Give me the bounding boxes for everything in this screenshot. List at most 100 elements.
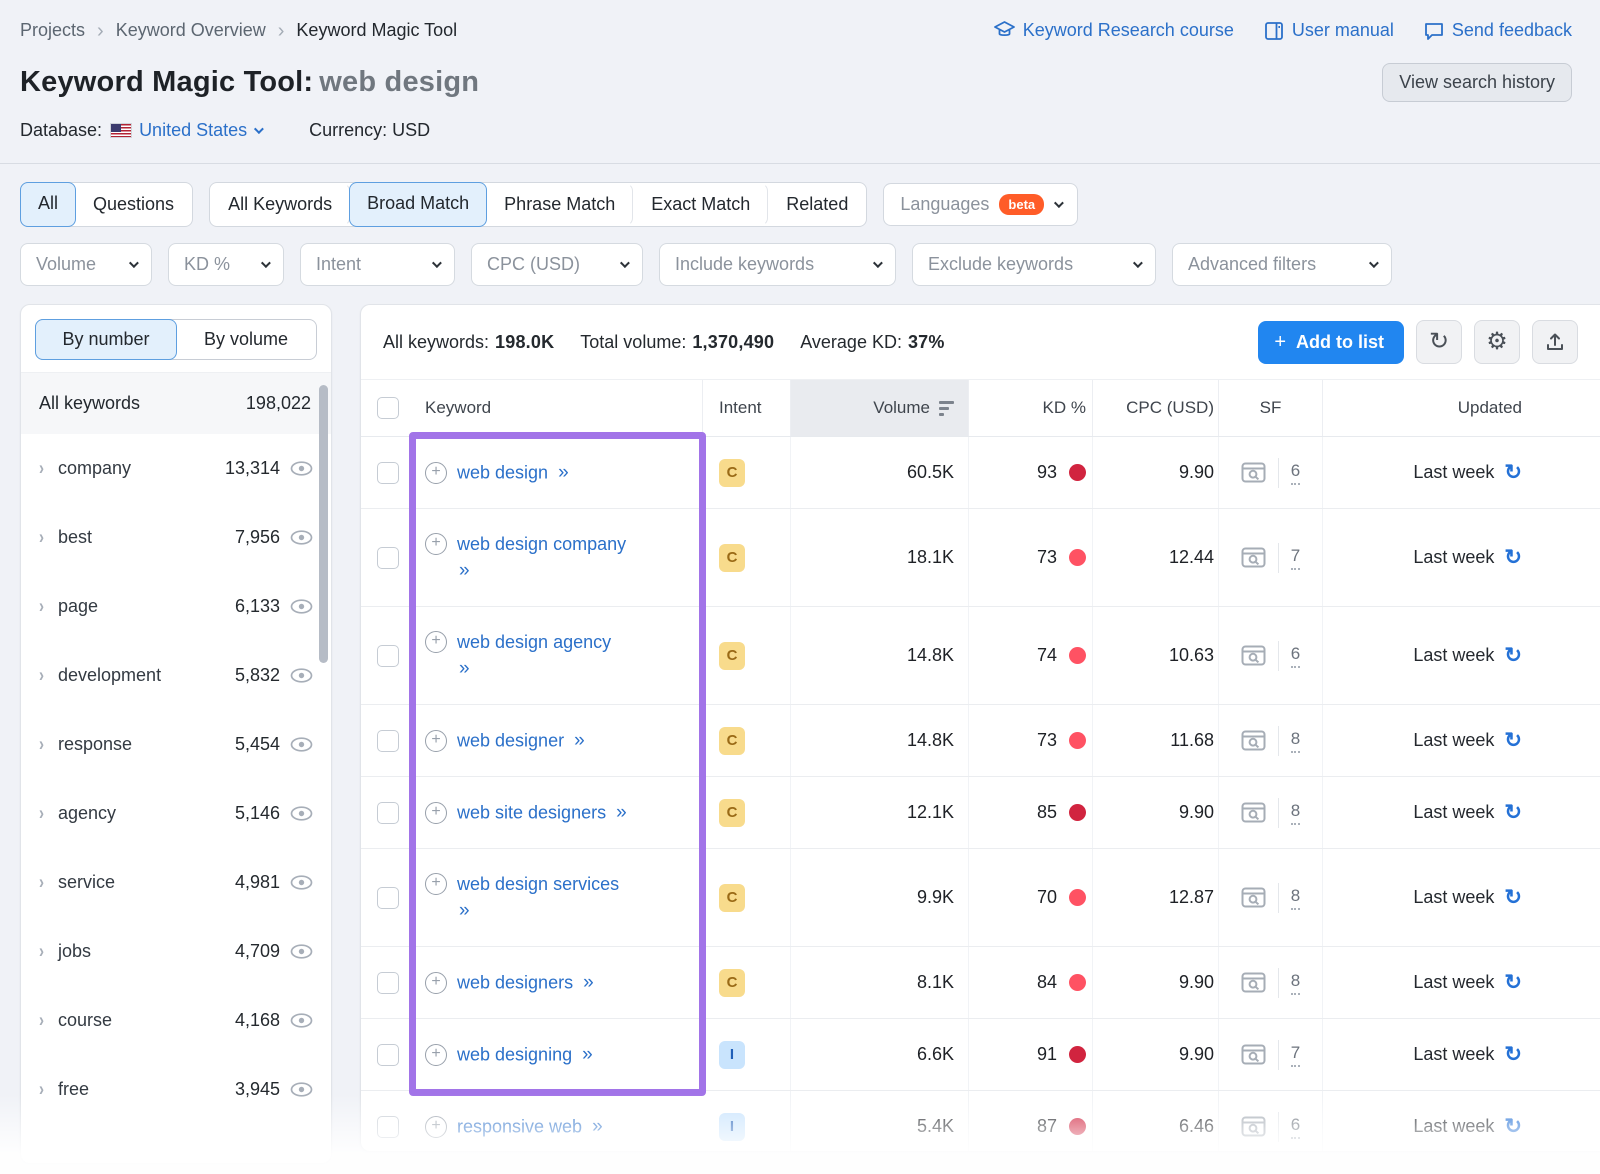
eye-icon[interactable] [290,806,313,821]
row-checkbox[interactable] [377,1044,399,1066]
row-checkbox[interactable] [377,730,399,752]
add-keyword-icon[interactable] [425,631,447,653]
sf-count[interactable]: 8 [1291,801,1300,825]
refresh-metrics-icon[interactable] [1504,972,1522,993]
eye-icon[interactable] [290,668,313,683]
eye-icon[interactable] [290,875,313,890]
serp-preview-icon[interactable] [1241,462,1266,483]
add-to-list-button[interactable]: + Add to list [1258,321,1404,364]
sidebar-group-item[interactable]: › page 6,133 [21,572,331,641]
keyword-link[interactable]: web design agency [457,632,611,652]
add-keyword-icon[interactable] [425,1044,447,1066]
refresh-metrics-icon[interactable] [1504,1116,1522,1137]
refresh-metrics-icon[interactable] [1504,730,1522,751]
tab-exact-match[interactable]: Exact Match [633,183,768,226]
tab-all[interactable]: All [20,182,76,227]
add-keyword-icon[interactable] [425,802,447,824]
refresh-metrics-icon[interactable] [1504,802,1522,823]
column-header-sf[interactable]: SF [1219,380,1323,436]
tab-all-keywords[interactable]: All Keywords [210,183,350,226]
filter-advanced[interactable]: Advanced filters [1172,243,1392,286]
column-header-volume[interactable]: Volume [791,380,969,436]
filter-kd[interactable]: KD % [168,243,284,286]
serp-preview-icon[interactable] [1241,1044,1266,1065]
row-checkbox[interactable] [377,972,399,994]
sf-count[interactable]: 8 [1291,971,1300,995]
row-checkbox[interactable] [377,1116,399,1138]
row-checkbox[interactable] [377,802,399,824]
database-selector[interactable]: United States [139,120,261,141]
keyword-link[interactable]: web design company [457,534,626,554]
keyword-link[interactable]: web site designers [457,802,606,822]
sf-count[interactable]: 7 [1291,546,1300,570]
row-checkbox[interactable] [377,462,399,484]
sidebar-group-item[interactable]: › service 4,981 [21,848,331,917]
column-header-kd[interactable]: KD % [969,380,1093,436]
sf-count[interactable]: 8 [1291,729,1300,753]
sidebar-scrollbar[interactable] [319,385,328,663]
eye-icon[interactable] [290,599,313,614]
tab-questions[interactable]: Questions [75,183,192,226]
sidebar-all-keywords-row[interactable]: All keywords 198,022 [21,372,331,434]
sidebar-group-item[interactable]: › development 5,832 [21,641,331,710]
double-chevron-icon[interactable] [459,897,619,925]
breadcrumb-projects[interactable]: Projects [20,20,85,41]
export-button[interactable] [1532,320,1578,364]
serp-preview-icon[interactable] [1241,887,1266,908]
eye-icon[interactable] [290,530,313,545]
double-chevron-icon[interactable] [616,802,628,823]
languages-dropdown[interactable]: Languages beta [883,183,1078,226]
add-keyword-icon[interactable] [425,730,447,752]
sf-count[interactable]: 6 [1291,461,1300,485]
filter-include-keywords[interactable]: Include keywords [659,243,896,286]
serp-preview-icon[interactable] [1241,645,1266,666]
keyword-research-course-link[interactable]: Keyword Research course [994,20,1234,41]
eye-icon[interactable] [290,461,313,476]
sidebar-group-item[interactable]: › response 5,454 [21,710,331,779]
double-chevron-icon[interactable] [459,557,626,585]
column-header-cpc[interactable]: CPC (USD) [1093,380,1219,436]
eye-icon[interactable] [290,944,313,959]
double-chevron-icon[interactable] [582,1044,594,1065]
add-keyword-icon[interactable] [425,972,447,994]
add-keyword-icon[interactable] [425,873,447,895]
filter-volume[interactable]: Volume [20,243,152,286]
select-all-checkbox[interactable] [377,397,399,419]
serp-preview-icon[interactable] [1241,972,1266,993]
double-chevron-icon[interactable] [583,972,595,993]
sidebar-group-item[interactable]: › jobs 4,709 [21,917,331,986]
double-chevron-icon[interactable] [592,1116,604,1137]
refresh-metrics-icon[interactable] [1504,887,1522,908]
sidebar-group-item[interactable]: › best 7,956 [21,503,331,572]
filter-intent[interactable]: Intent [300,243,455,286]
tab-broad-match[interactable]: Broad Match [349,182,487,227]
refresh-metrics-icon[interactable] [1504,462,1522,483]
sf-count[interactable]: 8 [1291,886,1300,910]
column-header-intent[interactable]: Intent [703,380,791,436]
sidebar-group-item[interactable]: › course 4,168 [21,986,331,1055]
refresh-metrics-icon[interactable] [1504,645,1522,666]
eye-icon[interactable] [290,1082,313,1097]
keyword-link[interactable]: web design [457,462,548,482]
serp-preview-icon[interactable] [1241,802,1266,823]
column-header-keyword[interactable]: Keyword [413,380,703,436]
sf-count[interactable]: 6 [1291,644,1300,668]
add-keyword-icon[interactable] [425,1116,447,1138]
keyword-link[interactable]: responsive web [457,1116,582,1136]
breadcrumb-keyword-overview[interactable]: Keyword Overview [116,20,266,41]
filter-exclude-keywords[interactable]: Exclude keywords [912,243,1156,286]
row-checkbox[interactable] [377,547,399,569]
serp-preview-icon[interactable] [1241,1116,1266,1137]
keyword-link[interactable]: web designers [457,972,573,992]
keyword-link[interactable]: web design services [457,874,619,894]
keyword-link[interactable]: web designer [457,730,564,750]
tab-related[interactable]: Related [768,183,866,226]
double-chevron-icon[interactable] [558,462,570,483]
double-chevron-icon[interactable] [459,655,611,683]
sidebar-group-item[interactable]: › agency 5,146 [21,779,331,848]
sf-count[interactable]: 7 [1291,1043,1300,1067]
filter-cpc[interactable]: CPC (USD) [471,243,643,286]
row-checkbox[interactable] [377,887,399,909]
refresh-metrics-icon[interactable] [1504,547,1522,568]
send-feedback-link[interactable]: Send feedback [1424,20,1572,41]
